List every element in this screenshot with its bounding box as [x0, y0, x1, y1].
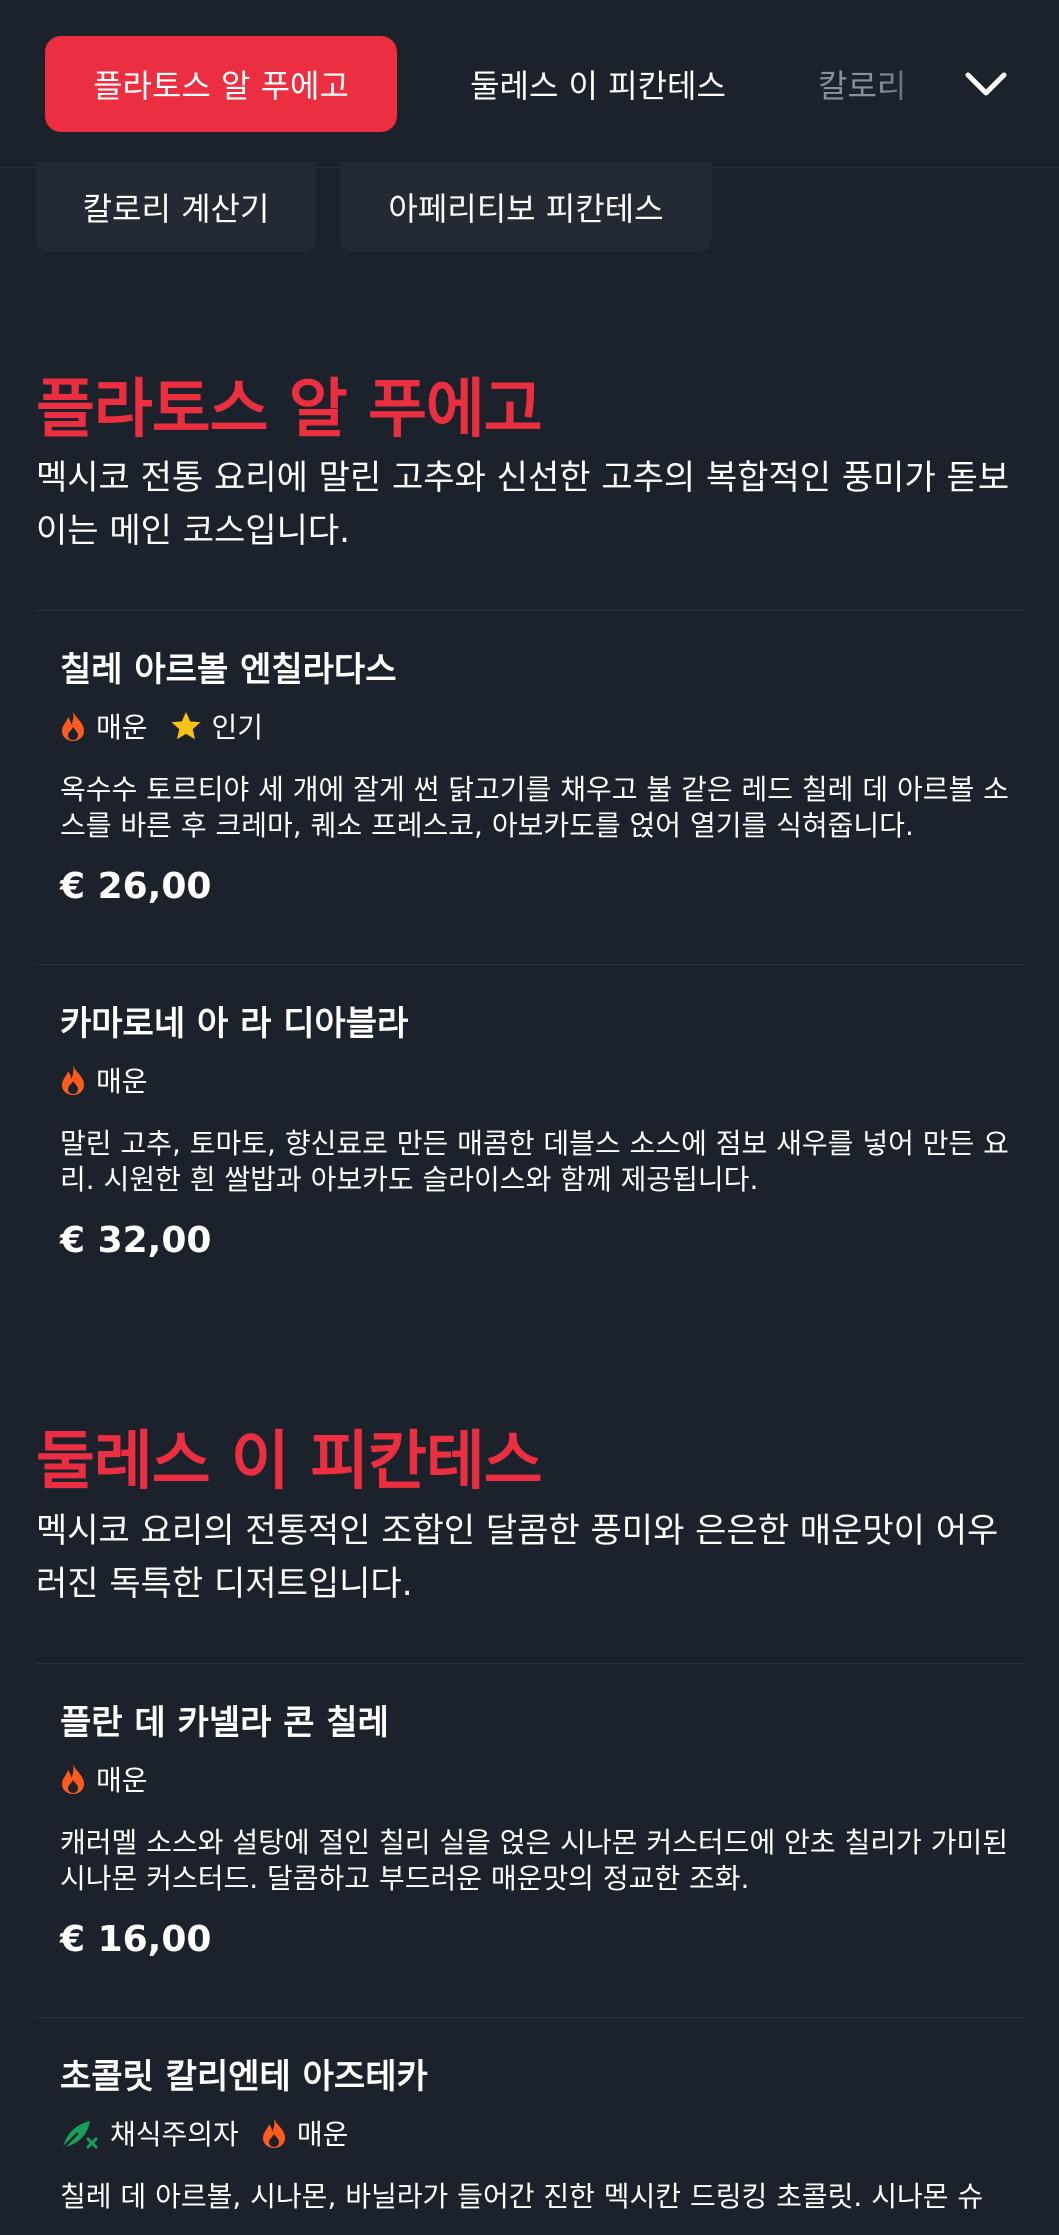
menu-item-name: 카마로네 아 라 디아블라 — [60, 1004, 409, 1044]
menu-item[interactable]: 초콜릿 칼리엔테 아즈테카 채식주의자 매운 칠레 데 아르볼, 시나몬, 바닐… — [60, 2055, 1010, 2215]
divider — [36, 610, 1024, 611]
expand-categories-button[interactable] — [958, 58, 1014, 110]
chevron-down-icon — [965, 72, 1007, 96]
menu-item-name: 칠레 아르볼 엔칠라다스 — [60, 650, 397, 690]
tag-label: 매운 — [96, 1764, 148, 1797]
menu-item[interactable]: 칠레 아르볼 엔칠라다스 매운 인기 옥수수 토르티야 세 개에 잘게 썬 닭고… — [60, 648, 1010, 907]
menu-item-name: 초콜릿 칼리엔테 아즈테카 — [60, 2057, 428, 2097]
pill-calorie-calculator[interactable]: 칼로리 계산기 — [36, 162, 316, 252]
tag-spicy: 매운 — [60, 1060, 148, 1100]
menu-item[interactable]: 플란 데 카넬라 콘 칠레 매운 캐러멜 소스와 설탕에 절인 칠리 실을 얹은… — [60, 1701, 1010, 1960]
tag-label: 인기 — [211, 711, 264, 744]
menu-item-price: € 16,00 — [60, 1919, 212, 1960]
pill-aperitivo-picantes[interactable]: 아페리티보 피칸테스 — [340, 162, 712, 252]
tag-label: 매운 — [96, 711, 148, 744]
tab-platos-al-fuego[interactable]: 플라토스 알 푸에고 — [45, 36, 397, 132]
flame-icon — [62, 1065, 84, 1095]
menu-item-price: € 26,00 — [60, 866, 212, 907]
flame-icon — [62, 1764, 84, 1794]
tag-spicy: 매운 — [261, 2113, 349, 2153]
flame-icon — [62, 711, 84, 741]
menu-item-tags: 매운 인기 — [60, 706, 1010, 746]
tag-vegetarian: 채식주의자 — [60, 2113, 239, 2153]
menu-item-description: 옥수수 토르티야 세 개에 잘게 썬 닭고기를 채우고 불 같은 레드 칠레 데… — [60, 773, 1009, 842]
menu-item-description: 말린 고추, 토마토, 향신료로 만든 매콤한 데블스 소스에 점보 새우를 넣… — [60, 1127, 1009, 1196]
tag-spicy: 매운 — [60, 1759, 148, 1799]
tag-label: 매운 — [296, 2118, 349, 2151]
tag-popular: 인기 — [170, 706, 264, 746]
star-icon — [171, 712, 201, 740]
section-description: 멕시코 전통 요리에 말린 고추와 신선한 고추의 복합적인 풍미가 돋보이는 … — [36, 458, 1010, 551]
divider — [36, 1663, 1024, 1664]
tag-label: 매운 — [96, 1065, 148, 1098]
flame-icon — [262, 2118, 285, 2148]
vegetarian-leaf-icon — [62, 2121, 98, 2149]
section-description: 멕시코 요리의 전통적인 조합인 달콤한 풍미와 은은한 매운맛이 어우러진 독… — [36, 1511, 999, 1604]
tab-dulces-y-picantes[interactable]: 둘레스 이 피칸테스 — [440, 36, 756, 132]
divider — [36, 964, 1024, 965]
section-title: 둘레스 이 피칸테스 — [36, 1425, 543, 1499]
category-nav: 플라토스 알 푸에고 둘레스 이 피칸테스 칼로리 — [0, 0, 1059, 168]
menu-item-description: 칠레 데 아르볼, 시나몬, 바닐라가 들어간 진한 멕시칸 드링킹 초콜릿. … — [60, 2180, 984, 2213]
menu-item[interactable]: 카마로네 아 라 디아블라 매운 말린 고추, 토마토, 향신료로 만든 매콤한… — [60, 1002, 1010, 1261]
menu-item-price: € 32,00 — [60, 1220, 212, 1261]
section-title: 플라토스 알 푸에고 — [36, 373, 543, 447]
tag-label: 채식주의자 — [110, 2118, 239, 2151]
menu-item-tags: 채식주의자 매운 — [60, 2113, 1010, 2153]
menu-item-tags: 매운 — [60, 1759, 1010, 1799]
menu-page: 플라토스 알 푸에고 둘레스 이 피칸테스 칼로리 칼로리 계산기 아페리티보 … — [0, 0, 1059, 2235]
menu-item-name: 플란 데 카넬라 콘 칠레 — [60, 1703, 389, 1743]
divider — [36, 2017, 1024, 2018]
menu-item-tags: 매운 — [60, 1060, 1010, 1100]
menu-item-description: 캐러멜 소스와 설탕에 절인 칠리 실을 얹은 시나몬 커스터드에 안초 칠리가… — [60, 1826, 1008, 1895]
tag-spicy: 매운 — [60, 706, 148, 746]
